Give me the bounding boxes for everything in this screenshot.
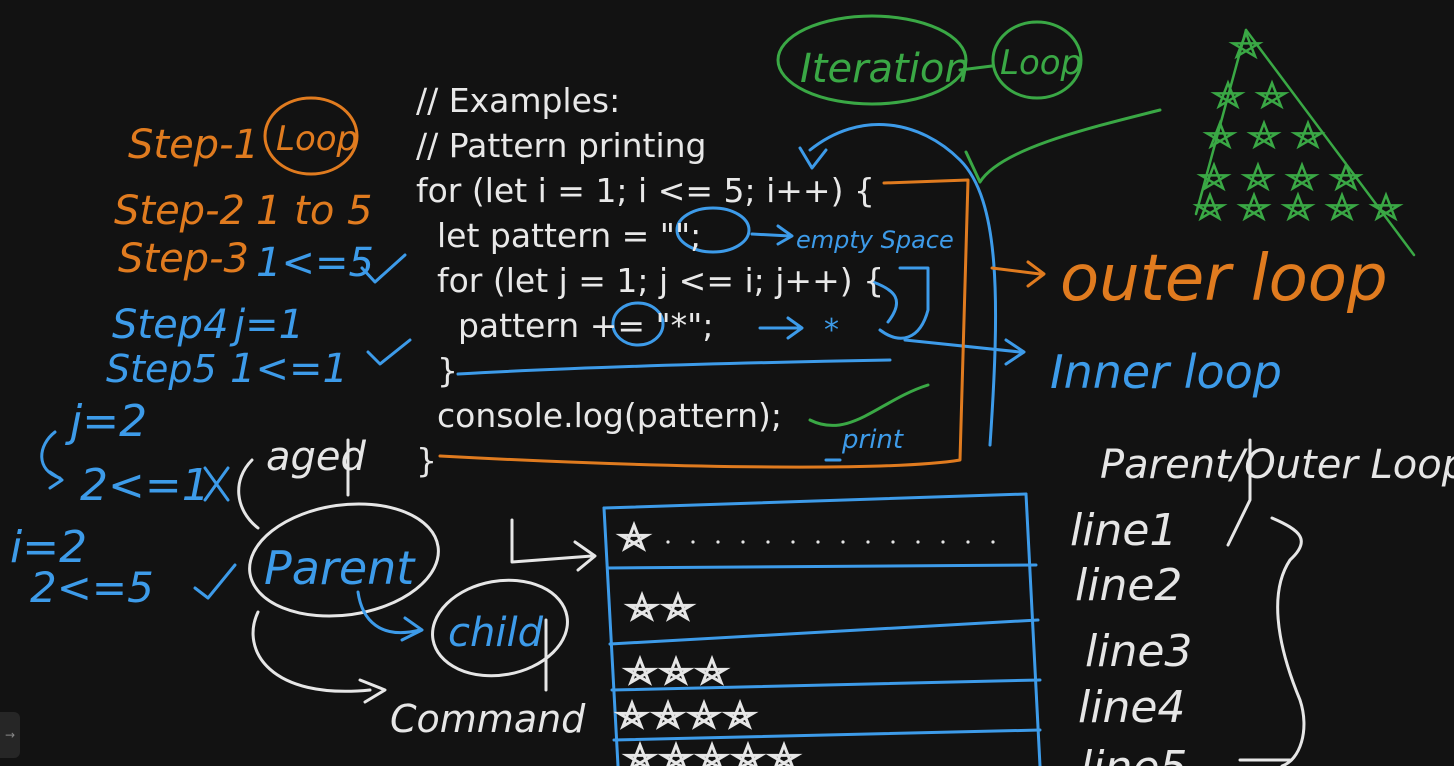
dot-mark (841, 540, 845, 544)
j2-compare: 2<=1 (80, 460, 210, 511)
parent-label: Parent (264, 541, 416, 595)
code-line: // Pattern printing (416, 126, 707, 165)
code-line: // Examples: (416, 81, 621, 120)
table-star (657, 654, 695, 686)
line-bracket (1226, 438, 1306, 766)
table-star (659, 590, 697, 622)
green-star (1228, 29, 1264, 60)
green-star (1324, 191, 1360, 222)
step2-value: 1 to 5 (256, 188, 372, 234)
dot-mark (916, 540, 920, 544)
green-star-pattern (1192, 29, 1404, 222)
step1-label: Step-1 (128, 122, 259, 168)
table-star (623, 590, 661, 622)
step4-value: j=1 (229, 302, 304, 348)
table-star-rows (613, 520, 995, 766)
code-line: } (416, 441, 437, 480)
child-label: child (448, 610, 544, 656)
table-star (765, 740, 803, 766)
green-star (1280, 191, 1316, 222)
step3-value: 1<=5 (256, 240, 374, 286)
table-star (615, 520, 653, 552)
code-line: console.log(pattern); (416, 396, 782, 435)
step3-label: Step-3 (118, 236, 249, 282)
table-star (685, 698, 723, 730)
line5-label: line5 (1080, 742, 1187, 766)
code-line: for (let j = 1; j <= i; j++) { (416, 261, 885, 300)
green-star (1328, 161, 1364, 192)
dot-mark (866, 540, 870, 544)
line1-label: line1 (1070, 505, 1177, 556)
arrow-right-icon: → (4, 728, 16, 742)
code-line: for (let i = 1; i <= 5; i++) { (416, 171, 875, 210)
table-star (693, 654, 731, 686)
table-star (657, 740, 695, 766)
outer-loop-label: outer loop (1060, 242, 1388, 316)
command-label: Command (390, 697, 586, 741)
dot-mark (716, 540, 720, 544)
green-star (1284, 161, 1320, 192)
dot-mark (766, 540, 770, 544)
table-star (729, 740, 767, 766)
table-star (621, 654, 659, 686)
green-star (1240, 161, 1276, 192)
code-line: } (416, 351, 458, 390)
line2-label: line2 (1075, 560, 1182, 611)
green-star (1246, 119, 1282, 150)
dot-mark (891, 540, 895, 544)
table-star (649, 698, 687, 730)
dot-mark (966, 540, 970, 544)
table-star (693, 740, 731, 766)
table-star (721, 698, 759, 730)
expand-sidebar-button[interactable]: → (0, 712, 20, 758)
code-block: // Examples: // Pattern printing for (let … (416, 78, 884, 483)
dot-mark (991, 540, 995, 544)
step2-label: Step-2 (114, 188, 245, 234)
dot-mark (666, 540, 670, 544)
dot-mark (941, 540, 945, 544)
left-arrows (40, 430, 64, 490)
line4-label: line4 (1078, 682, 1185, 733)
step5-label: Step5 (106, 347, 217, 391)
parent-outer-label: Parent/Outer Loop (1100, 442, 1454, 488)
line3-label: line3 (1085, 626, 1192, 677)
output-table (602, 492, 1042, 766)
table-star (613, 698, 651, 730)
code-line: pattern += "*"; (416, 306, 714, 345)
step5-value: 1<=1 (230, 346, 348, 392)
table-star (621, 740, 659, 766)
i2-compare: 2<=5 (30, 563, 154, 612)
step4-label: Step4 (112, 302, 229, 348)
dot-mark (816, 540, 820, 544)
aged-label: aged (266, 434, 367, 480)
loop-label: Loop (1000, 43, 1082, 83)
green-star (1254, 79, 1290, 110)
code-line: let pattern = ""; (416, 216, 702, 255)
step1-loop-label: Loop (276, 119, 358, 159)
green-star (1236, 191, 1272, 222)
j2-label: j=2 (65, 396, 147, 447)
dot-mark (791, 540, 795, 544)
green-star (1368, 191, 1404, 222)
dot-mark (691, 540, 695, 544)
inner-loop-label: Inner loop (1050, 345, 1282, 399)
parent-to-child-arrow (356, 590, 424, 642)
dot-mark (741, 540, 745, 544)
